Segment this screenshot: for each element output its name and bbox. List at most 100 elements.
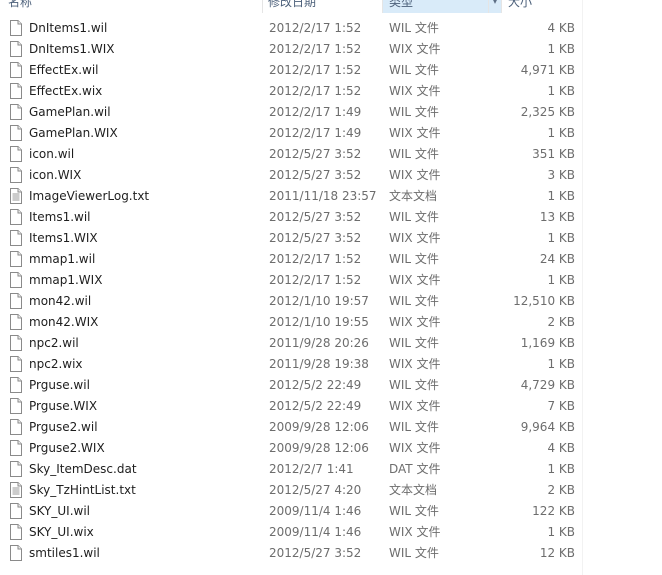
file-name: SKY_UI.wil xyxy=(29,504,91,518)
file-row[interactable]: ImageViewerLog.txt 2011/11/18 23:57 文本文档… xyxy=(0,186,662,207)
file-type: WIX 文件 xyxy=(389,315,441,329)
blank-file-icon xyxy=(10,398,22,414)
file-row[interactable]: icon.WIX 2012/5/27 3:52 WIX 文件 3 KB xyxy=(0,165,662,186)
file-size: 1 KB xyxy=(547,525,575,539)
chevron-down-icon[interactable]: ▾ xyxy=(490,0,500,13)
file-date-modified: 2011/9/28 20:26 xyxy=(269,336,369,350)
file-date-modified: 2009/9/28 12:06 xyxy=(269,420,369,434)
column-divider[interactable] xyxy=(488,0,489,13)
column-header-size[interactable]: 大小 xyxy=(508,0,580,13)
file-size: 351 KB xyxy=(532,147,575,161)
blank-file-icon xyxy=(10,524,22,540)
column-header-name[interactable]: 名称 xyxy=(8,0,258,13)
blank-file-icon xyxy=(10,20,22,36)
file-type: WIX 文件 xyxy=(389,525,441,539)
file-row[interactable]: Items1.wil 2012/5/27 3:52 WIL 文件 13 KB xyxy=(0,207,662,228)
file-size: 3 KB xyxy=(547,168,575,182)
blank-file-icon xyxy=(10,62,22,78)
file-row[interactable]: Prguse2.WIX 2009/9/28 12:06 WIX 文件 4 KB xyxy=(0,438,662,459)
file-type: WIL 文件 xyxy=(389,336,439,350)
file-name: Prguse2.wil xyxy=(29,420,98,434)
file-date-modified: 2012/5/27 3:52 xyxy=(269,546,362,560)
file-row[interactable]: Prguse.wil 2012/5/2 22:49 WIL 文件 4,729 K… xyxy=(0,375,662,396)
column-header-type[interactable]: 类型 xyxy=(383,0,501,13)
file-row[interactable]: EffectEx.wil 2012/2/17 1:52 WIL 文件 4,971… xyxy=(0,60,662,81)
file-row[interactable]: npc2.wil 2011/9/28 20:26 WIL 文件 1,169 KB xyxy=(0,333,662,354)
column-divider[interactable] xyxy=(262,0,263,13)
file-date-modified: 2012/2/7 1:41 xyxy=(269,462,354,476)
file-size: 1 KB xyxy=(547,273,575,287)
file-type: WIX 文件 xyxy=(389,126,441,140)
file-row[interactable]: icon.wil 2012/5/27 3:52 WIL 文件 351 KB xyxy=(0,144,662,165)
file-date-modified: 2012/5/27 3:52 xyxy=(269,168,362,182)
file-name: icon.wil xyxy=(29,147,75,161)
file-date-modified: 2012/2/17 1:52 xyxy=(269,42,362,56)
file-date-modified: 2012/5/27 3:52 xyxy=(269,231,362,245)
file-date-modified: 2012/2/17 1:52 xyxy=(269,63,362,77)
file-size: 122 KB xyxy=(532,504,575,518)
blank-file-icon xyxy=(10,335,22,351)
file-row[interactable]: GamePlan.wil 2012/2/17 1:49 WIL 文件 2,325… xyxy=(0,102,662,123)
file-date-modified: 2012/2/17 1:52 xyxy=(269,252,362,266)
file-type: 文本文档 xyxy=(389,189,438,203)
blank-file-icon xyxy=(10,230,22,246)
blank-file-icon xyxy=(10,503,22,519)
file-size: 12 KB xyxy=(539,546,575,560)
file-date-modified: 2012/2/17 1:49 xyxy=(269,105,362,119)
file-name: Prguse.WIX xyxy=(29,399,98,413)
file-row[interactable]: mon42.WIX 2012/1/10 19:55 WIX 文件 2 KB xyxy=(0,312,662,333)
file-name: mmap1.wil xyxy=(29,252,96,266)
file-row[interactable]: Sky_TzHintList.txt 2012/5/27 4:20 文本文档 2… xyxy=(0,480,662,501)
file-row[interactable]: Prguse.WIX 2012/5/2 22:49 WIX 文件 7 KB xyxy=(0,396,662,417)
file-row[interactable]: npc2.wix 2011/9/28 19:38 WIX 文件 1 KB xyxy=(0,354,662,375)
file-name: Sky_TzHintList.txt xyxy=(29,483,136,497)
file-row[interactable]: Items1.WIX 2012/5/27 3:52 WIX 文件 1 KB xyxy=(0,228,662,249)
file-type: WIX 文件 xyxy=(389,273,441,287)
file-type: WIX 文件 xyxy=(389,357,441,371)
file-row[interactable]: SKY_UI.wix 2009/11/4 1:46 WIX 文件 1 KB xyxy=(0,522,662,543)
file-row[interactable]: EffectEx.wix 2012/2/17 1:52 WIX 文件 1 KB xyxy=(0,81,662,102)
file-row[interactable]: mmap1.wil 2012/2/17 1:52 WIL 文件 24 KB xyxy=(0,249,662,270)
file-name: EffectEx.wil xyxy=(29,63,99,77)
column-divider[interactable] xyxy=(501,0,502,13)
file-type: WIL 文件 xyxy=(389,210,439,224)
file-name: Items1.wil xyxy=(29,210,91,224)
blank-file-icon xyxy=(10,167,22,183)
file-name: mmap1.WIX xyxy=(29,273,103,287)
file-size: 9,964 KB xyxy=(520,420,575,434)
blank-file-icon xyxy=(10,209,22,225)
file-row[interactable]: mon42.wil 2012/1/10 19:57 WIL 文件 12,510 … xyxy=(0,291,662,312)
file-row[interactable]: Sky_ItemDesc.dat 2012/2/7 1:41 DAT 文件 1 … xyxy=(0,459,662,480)
file-date-modified: 2012/5/2 22:49 xyxy=(269,399,362,413)
file-row[interactable]: GamePlan.WIX 2012/2/17 1:49 WIX 文件 1 KB xyxy=(0,123,662,144)
file-row[interactable]: Prguse2.wil 2009/9/28 12:06 WIL 文件 9,964… xyxy=(0,417,662,438)
file-type: WIX 文件 xyxy=(389,399,441,413)
column-header-date[interactable]: 修改日期 xyxy=(268,0,378,13)
file-row[interactable]: smtiles1.wil 2012/5/27 3:52 WIL 文件 12 KB xyxy=(0,543,662,564)
file-row[interactable]: mmap1.WIX 2012/2/17 1:52 WIX 文件 1 KB xyxy=(0,270,662,291)
file-explorer-window: 名称 修改日期 类型 ▾ 大小 DnItems1.wil 2012/2/17 1… xyxy=(0,0,662,575)
file-date-modified: 2012/1/10 19:57 xyxy=(269,294,369,308)
file-size: 4,729 KB xyxy=(520,378,575,392)
file-name: GamePlan.WIX xyxy=(29,126,118,140)
blank-file-icon xyxy=(10,419,22,435)
text-file-icon xyxy=(10,188,22,204)
file-row[interactable]: DnItems1.WIX 2012/2/17 1:52 WIX 文件 1 KB xyxy=(0,39,662,60)
file-date-modified: 2012/5/27 3:52 xyxy=(269,210,362,224)
file-name: smtiles1.wil xyxy=(29,546,100,560)
file-type: DAT 文件 xyxy=(389,462,441,476)
file-name: DnItems1.WIX xyxy=(29,42,115,56)
file-date-modified: 2012/5/2 22:49 xyxy=(269,378,362,392)
file-row[interactable]: DnItems1.wil 2012/2/17 1:52 WIL 文件 4 KB xyxy=(0,18,662,39)
file-size: 7 KB xyxy=(547,399,575,413)
file-row[interactable]: SKY_UI.wil 2009/11/4 1:46 WIL 文件 122 KB xyxy=(0,501,662,522)
file-name: npc2.wil xyxy=(29,336,79,350)
file-list: DnItems1.wil 2012/2/17 1:52 WIL 文件 4 KB … xyxy=(0,18,662,564)
file-size: 1 KB xyxy=(547,231,575,245)
file-size: 1 KB xyxy=(547,42,575,56)
file-date-modified: 2009/9/28 12:06 xyxy=(269,441,369,455)
file-name: ImageViewerLog.txt xyxy=(29,189,150,203)
blank-file-icon xyxy=(10,83,22,99)
file-name: EffectEx.wix xyxy=(29,84,103,98)
column-header-date-label: 修改日期 xyxy=(268,0,317,9)
